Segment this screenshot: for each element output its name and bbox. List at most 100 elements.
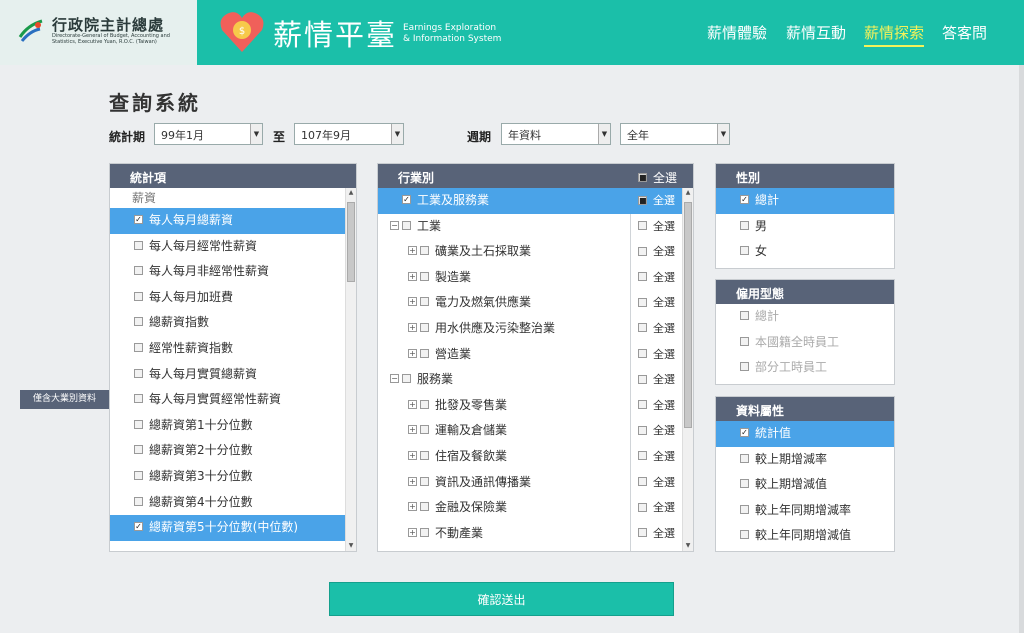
checkbox[interactable] bbox=[420, 425, 429, 435]
industry-item[interactable]: + 製造業 全選 bbox=[378, 265, 693, 291]
data-attribute-item[interactable]: 較上年同期增減率 bbox=[716, 498, 894, 524]
checkbox[interactable] bbox=[134, 342, 143, 352]
expand-icon[interactable]: + bbox=[408, 297, 417, 307]
expand-icon[interactable]: + bbox=[408, 527, 417, 537]
checkbox[interactable] bbox=[420, 246, 429, 256]
industry-item[interactable]: + 批發及零售業 全選 bbox=[378, 393, 693, 419]
expand-icon[interactable]: + bbox=[408, 348, 417, 358]
data-attribute-item[interactable]: ✓ 統計值 bbox=[716, 421, 894, 447]
checkbox[interactable] bbox=[402, 374, 411, 384]
period-to-select[interactable]: 107年9月 ▼ bbox=[294, 123, 404, 145]
checkbox[interactable] bbox=[134, 240, 143, 250]
checkbox[interactable] bbox=[740, 530, 749, 540]
industry-item[interactable]: − 工業 全選 bbox=[378, 214, 693, 240]
industry-scrollbar[interactable]: ▲ ▼ bbox=[682, 188, 693, 551]
industry-select-all[interactable]: ■ 全選 bbox=[638, 169, 677, 186]
industry-item[interactable]: + 不動產業 全選 bbox=[378, 521, 693, 547]
stats-item[interactable]: ✓ 總薪資第5十分位數(中位數) bbox=[110, 515, 356, 541]
row-select-all[interactable]: 全選 bbox=[638, 265, 683, 290]
scroll-up-icon[interactable]: ▲ bbox=[683, 188, 693, 198]
cycle-select[interactable]: 年資料 ▼ bbox=[501, 123, 611, 145]
scroll-thumb[interactable] bbox=[347, 202, 355, 282]
scroll-up-icon[interactable]: ▲ bbox=[346, 188, 356, 198]
stats-item[interactable]: 每人每月經常性薪資 bbox=[110, 234, 356, 260]
brand-title[interactable]: 薪情平臺 bbox=[273, 12, 397, 54]
expand-icon[interactable]: + bbox=[408, 271, 417, 281]
checkbox[interactable] bbox=[420, 322, 429, 332]
range-select[interactable]: 全年 ▼ bbox=[620, 123, 730, 145]
page-scrollbar[interactable] bbox=[1019, 65, 1024, 633]
row-select-all[interactable]: 全選 bbox=[638, 239, 683, 264]
expand-icon[interactable]: + bbox=[408, 425, 417, 435]
industry-item[interactable]: + 金融及保險業 全選 bbox=[378, 495, 693, 521]
gender-item[interactable]: 男 bbox=[716, 214, 894, 240]
collapse-icon[interactable]: − bbox=[390, 220, 399, 230]
row-select-all[interactable]: 全選 bbox=[638, 495, 683, 520]
checkbox[interactable] bbox=[134, 394, 143, 404]
stats-item[interactable]: 每人每月實質經常性薪資 bbox=[110, 387, 356, 413]
stats-item[interactable]: 經常性薪資指數 bbox=[110, 336, 356, 362]
stats-item[interactable]: 總薪資第2十分位數 bbox=[110, 438, 356, 464]
data-attribute-item[interactable]: 較上期增減率 bbox=[716, 447, 894, 473]
checkbox[interactable] bbox=[420, 297, 429, 307]
industry-item[interactable]: + 運輸及倉儲業 全選 bbox=[378, 418, 693, 444]
checkbox[interactable] bbox=[134, 291, 143, 301]
row-select-all[interactable]: ■ 全選 bbox=[638, 188, 683, 213]
expand-icon[interactable]: + bbox=[408, 322, 417, 332]
row-select-all[interactable]: 全選 bbox=[638, 470, 683, 495]
row-select-all[interactable]: 全選 bbox=[638, 316, 683, 341]
stats-item[interactable]: 總薪資指數 bbox=[110, 310, 356, 336]
checkbox[interactable] bbox=[134, 496, 143, 506]
stats-item[interactable]: 每人每月加班費 bbox=[110, 285, 356, 311]
industry-item[interactable]: + 住宿及餐飲業 全選 bbox=[378, 444, 693, 470]
checkbox[interactable] bbox=[134, 266, 143, 276]
checkbox[interactable] bbox=[134, 470, 143, 480]
checkbox[interactable]: ✓ bbox=[740, 195, 749, 204]
expand-icon[interactable]: + bbox=[408, 246, 417, 256]
checkbox[interactable] bbox=[420, 348, 429, 358]
checkbox[interactable] bbox=[420, 502, 429, 512]
row-select-all[interactable]: 全選 bbox=[638, 521, 683, 546]
checkbox[interactable] bbox=[420, 527, 429, 537]
expand-icon[interactable]: + bbox=[408, 399, 417, 409]
stats-item[interactable]: 每人每月實質總薪資 bbox=[110, 362, 356, 388]
industry-item[interactable]: + 營造業 全選 bbox=[378, 342, 693, 368]
checkbox[interactable] bbox=[420, 476, 429, 486]
period-from-select[interactable]: 99年1月 ▼ bbox=[154, 123, 263, 145]
checkbox[interactable] bbox=[420, 271, 429, 281]
row-select-all[interactable]: 全選 bbox=[638, 342, 683, 367]
checkbox[interactable] bbox=[134, 368, 143, 378]
checkbox[interactable] bbox=[740, 479, 749, 489]
row-select-all[interactable]: 全選 bbox=[638, 367, 683, 392]
stats-item[interactable]: 總薪資第3十分位數 bbox=[110, 464, 356, 490]
industry-item[interactable]: ✓ 工業及服務業 ■ 全選 bbox=[378, 188, 693, 214]
checkbox[interactable] bbox=[420, 399, 429, 409]
expand-icon[interactable]: + bbox=[408, 450, 417, 460]
row-select-all[interactable]: 全選 bbox=[638, 418, 683, 443]
stats-item[interactable]: 總薪資第1十分位數 bbox=[110, 413, 356, 439]
stats-item[interactable]: 每人每月非經常性薪資 bbox=[110, 259, 356, 285]
checkbox[interactable] bbox=[134, 419, 143, 429]
checkbox[interactable] bbox=[740, 220, 749, 230]
industry-item[interactable]: − 服務業 全選 bbox=[378, 367, 693, 393]
scroll-down-icon[interactable]: ▼ bbox=[683, 541, 693, 551]
checkbox[interactable]: ✓ bbox=[402, 195, 411, 204]
gender-item[interactable]: 女 bbox=[716, 239, 894, 265]
industry-item[interactable]: + 礦業及土石採取業 全選 bbox=[378, 239, 693, 265]
nav-earnings-exploration[interactable]: 薪情探索 bbox=[864, 22, 925, 47]
expand-icon[interactable]: + bbox=[408, 476, 417, 486]
data-attribute-item[interactable]: 較上期增減值 bbox=[716, 472, 894, 498]
scroll-down-icon[interactable]: ▼ bbox=[346, 541, 356, 551]
stats-item[interactable]: 總薪資第4十分位數 bbox=[110, 490, 356, 516]
row-select-all[interactable]: 全選 bbox=[638, 214, 683, 239]
checkbox[interactable]: ✓ bbox=[740, 428, 749, 437]
checkbox[interactable] bbox=[740, 453, 749, 463]
nav-faq[interactable]: 答客問 bbox=[942, 22, 987, 43]
checkbox[interactable]: ✓ bbox=[134, 215, 143, 224]
expand-icon[interactable]: + bbox=[408, 502, 417, 512]
major-industry-only-tab[interactable]: 僅含大業別資料 bbox=[20, 390, 109, 409]
row-select-all[interactable]: 全選 bbox=[638, 393, 683, 418]
row-select-all[interactable]: 全選 bbox=[638, 290, 683, 315]
checkbox[interactable]: ✓ bbox=[134, 522, 143, 532]
nav-earnings-interaction[interactable]: 薪情互動 bbox=[786, 22, 846, 43]
